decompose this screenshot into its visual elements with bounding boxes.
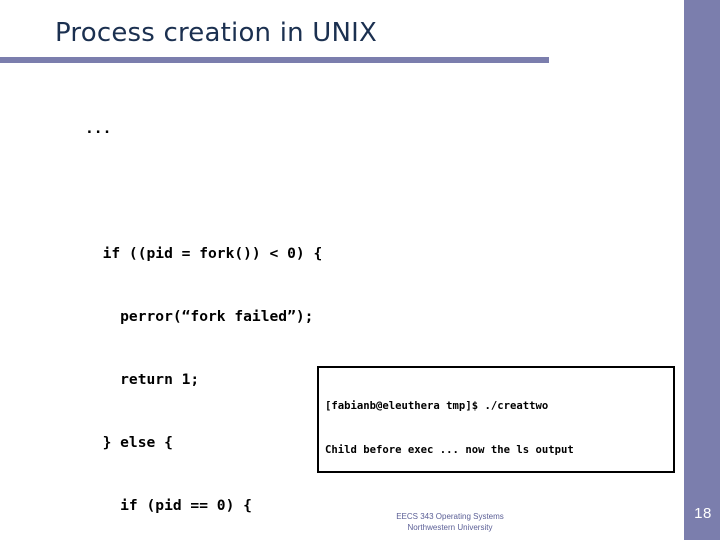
slide-footer: EECS 343 Operating Systems Northwestern …	[300, 512, 600, 533]
footer-institution: Northwestern University	[407, 522, 493, 532]
slide-canvas: 18 Process creation in UNIX ... if ((pid…	[0, 0, 720, 540]
terminal-line: Child before exec ... now the ls output	[325, 443, 574, 456]
title-underline-rule	[0, 57, 549, 63]
code-line-ellipsis: ...	[85, 120, 112, 137]
terminal-output-box: [fabianb@eleuthera tmp]$ ./creattwo Chil…	[317, 366, 675, 473]
right-accent-band	[684, 0, 720, 540]
code-line: if ((pid = fork()) < 0) {	[85, 245, 323, 262]
page-title: Process creation in UNIX	[55, 18, 378, 48]
code-spacer	[85, 181, 603, 201]
terminal-line: [fabianb@eleuthera tmp]$ ./creattwo	[325, 400, 549, 412]
terminal-output-text: [fabianb@eleuthera tmp]$ ./creattwo Chil…	[325, 370, 631, 471]
page-number: 18	[694, 505, 712, 522]
footer-course: EECS 343 Operating Systems	[396, 512, 504, 521]
code-line: perror(“fork failed”);	[85, 308, 314, 325]
